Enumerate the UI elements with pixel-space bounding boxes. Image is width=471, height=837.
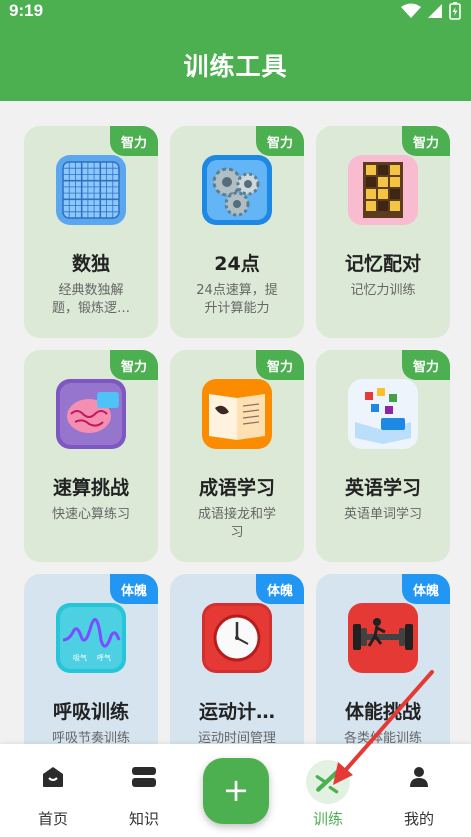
status-bar: 9:19 [0, 0, 471, 24]
category-tag: 智力 [402, 126, 450, 156]
card-title: 英语学习 [344, 477, 421, 499]
nav-knowledge[interactable]: 知识 [109, 744, 179, 837]
book-icon [202, 379, 272, 449]
brain-icon [56, 379, 126, 449]
home-icon [43, 767, 63, 787]
card-title: 数独 [71, 253, 110, 275]
nav-mine[interactable]: 我的 [384, 744, 454, 837]
category-tag: 体魄 [256, 574, 304, 604]
page-title: 训练工具 [183, 52, 288, 81]
category-tag: 智力 [256, 126, 304, 156]
card-description: 英语单词学习 [343, 507, 422, 522]
nav-knowledge-label: 知识 [128, 810, 159, 828]
user-icon [410, 767, 428, 787]
clock-icon [202, 603, 272, 673]
nav-training-label: 训练 [312, 810, 343, 828]
training-grid: 智力 数独 经典数独解题，锻炼逻… 智力 24点 24点速算，提升计算能力 智力… [24, 126, 450, 786]
breath-wave-icon: 吸气 呼气 [56, 603, 126, 673]
card-description: 快速心算练习 [51, 507, 130, 522]
card-24-points[interactable]: 智力 24点 24点速算，提升计算能力 [170, 126, 304, 338]
card-title: 运动计… [198, 701, 275, 723]
card-title: 成语学习 [198, 477, 275, 499]
nav-home-label: 首页 [37, 810, 68, 828]
card-idiom-learning[interactable]: 智力 成语学习 成语接龙和学习 [170, 350, 304, 562]
card-title: 记忆配对 [344, 253, 421, 275]
app-header: 9:19 训练工具 [0, 0, 471, 101]
category-tag: 体魄 [402, 574, 450, 604]
category-tag: 智力 [110, 126, 158, 156]
wifi-icon [401, 3, 421, 18]
card-memory-match[interactable]: 智力 记忆配对 记忆力训练 [316, 126, 450, 338]
exhale-label: 呼气 [97, 653, 111, 662]
card-english-learning[interactable]: 智力 英语学习 英语单词学习 [316, 350, 450, 562]
card-description: 记忆力训练 [350, 283, 416, 298]
inhale-label: 吸气 [73, 653, 87, 662]
card-title: 速算挑战 [52, 477, 129, 499]
dumbbell-icon [348, 603, 418, 673]
memory-grid-icon [348, 155, 418, 225]
nav-mine-label: 我的 [403, 810, 434, 828]
status-icons [401, 2, 461, 20]
card-description: 成语接龙和学习 [197, 507, 276, 540]
card-title: 体能挑战 [344, 701, 421, 723]
card-sudoku[interactable]: 智力 数独 经典数独解题，锻炼逻… [24, 126, 158, 338]
add-button[interactable]: + [203, 758, 269, 824]
sudoku-icon [56, 155, 126, 225]
card-title: 呼吸训练 [52, 701, 129, 723]
card-speed-calc[interactable]: 智力 速算挑战 快速心算练习 [24, 350, 158, 562]
signal-icon [428, 4, 442, 18]
card-description: 经典数独解题，锻炼逻… [51, 283, 130, 316]
category-tag: 智力 [110, 350, 158, 380]
abc-book-icon [348, 379, 418, 449]
category-tag: 智力 [402, 350, 450, 380]
training-icon-active [315, 770, 339, 794]
layers-icon [132, 767, 156, 787]
card-description: 24点速算，提升计算能力 [196, 283, 278, 316]
gears-icon [202, 155, 272, 225]
category-tag: 体魄 [110, 574, 158, 604]
battery-icon [449, 2, 461, 20]
status-time: 9:19 [9, 1, 44, 20]
card-title: 24点 [214, 253, 260, 275]
category-tag: 智力 [256, 350, 304, 380]
nav-home[interactable]: 首页 [18, 744, 88, 837]
